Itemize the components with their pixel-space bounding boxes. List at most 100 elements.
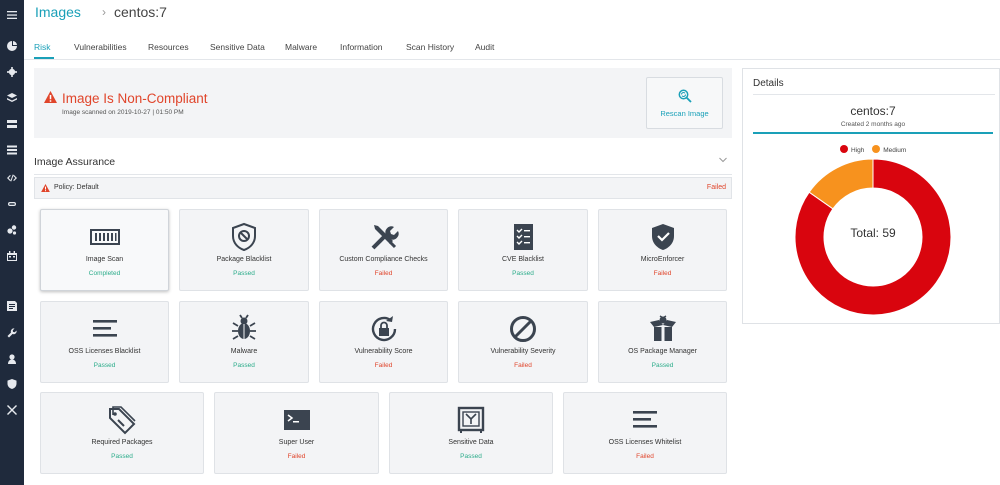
link-icon[interactable] bbox=[0, 196, 24, 212]
card-microenforcer[interactable]: MicroEnforcer Failed bbox=[598, 209, 727, 291]
card-label: Super User bbox=[278, 439, 315, 446]
dashboard-icon[interactable] bbox=[0, 38, 24, 54]
card-label: Image Scan bbox=[85, 256, 124, 263]
rescan-icon bbox=[678, 89, 692, 103]
details-title: Details bbox=[753, 78, 784, 89]
chevron-down-icon[interactable] bbox=[719, 157, 727, 163]
details-panel: Details centos:7 Created 2 months ago Hi… bbox=[742, 68, 1000, 324]
legend-dot-medium bbox=[872, 145, 881, 153]
card-custom-compliance-checks[interactable]: Custom Compliance Checks Failed bbox=[319, 209, 448, 291]
card-image-scan[interactable]: Image Scan Completed bbox=[40, 209, 169, 291]
card-label: OS Package Manager bbox=[628, 348, 697, 355]
lines-icon bbox=[630, 405, 660, 435]
card-label: Custom Compliance Checks bbox=[339, 256, 428, 263]
tab-bar: Risk Vulnerabilities Resources Sensitive… bbox=[24, 36, 1000, 60]
tab-vulnerabilities[interactable]: Vulnerabilities bbox=[74, 42, 127, 52]
card-sensitive-data[interactable]: Sensitive Data Passed bbox=[389, 392, 553, 474]
card-status: Passed bbox=[460, 453, 482, 460]
rescan-image-button[interactable]: Rescan Image bbox=[646, 77, 723, 129]
card-vulnerability-severity[interactable]: Vulnerability Severity Failed bbox=[458, 301, 588, 383]
legend-item-high[interactable]: High bbox=[840, 145, 865, 154]
card-status: Passed bbox=[233, 270, 255, 277]
nodes-icon[interactable] bbox=[0, 222, 24, 238]
legend-dot-high bbox=[840, 145, 848, 153]
donut-total: Total: 59 bbox=[850, 226, 896, 240]
section-divider bbox=[34, 174, 732, 175]
image-name: centos:7 bbox=[850, 104, 896, 118]
tab-resources[interactable]: Resources bbox=[148, 42, 189, 52]
card-os-package-manager[interactable]: OS Package Manager Passed bbox=[598, 301, 727, 383]
card-status: Failed bbox=[287, 453, 306, 460]
calendar-icon[interactable] bbox=[0, 248, 24, 264]
card-oss-licenses-blacklist[interactable]: OSS Licenses Blacklist Passed bbox=[40, 301, 169, 383]
breadcrumb-separator: › bbox=[102, 5, 106, 19]
card-label: Vulnerability Severity bbox=[490, 348, 556, 355]
sidebar bbox=[0, 0, 24, 485]
active-tab-indicator bbox=[34, 57, 54, 59]
card-status: Failed bbox=[514, 362, 532, 369]
checklist-icon bbox=[508, 222, 538, 252]
menu-icon[interactable] bbox=[0, 7, 24, 23]
tab-audit[interactable]: Audit bbox=[475, 42, 494, 52]
rescan-label: Rescan Image bbox=[660, 109, 709, 118]
legend-label-medium: Medium bbox=[883, 147, 907, 154]
image-assurance-title: Image Assurance bbox=[34, 156, 116, 168]
card-super-user[interactable]: Super User Failed bbox=[214, 392, 379, 474]
card-status: Passed bbox=[512, 270, 534, 277]
chart-legend: High Medium bbox=[840, 145, 912, 154]
image-created: Created 2 months ago bbox=[840, 121, 906, 128]
details-divider bbox=[753, 94, 995, 95]
header: Images › centos:7 bbox=[24, 0, 1000, 30]
settings-icon[interactable] bbox=[0, 64, 24, 80]
images-icon[interactable] bbox=[0, 116, 24, 132]
card-label: Malware bbox=[230, 348, 258, 355]
card-cve-blacklist[interactable]: CVE Blacklist Passed bbox=[458, 209, 588, 291]
tags-icon bbox=[107, 405, 137, 435]
card-label: Required Packages bbox=[91, 439, 153, 446]
compliance-status-title: Image Is Non-Compliant bbox=[62, 91, 208, 106]
note-icon[interactable] bbox=[0, 298, 24, 314]
compliance-panel: Image Is Non-Compliant Image scanned on … bbox=[34, 68, 732, 138]
card-status: Failed bbox=[374, 270, 393, 277]
card-required-packages[interactable]: Required Packages Passed bbox=[40, 392, 204, 474]
policy-status: Failed bbox=[706, 184, 726, 191]
card-status: Passed bbox=[111, 453, 133, 460]
user-icon[interactable] bbox=[0, 351, 24, 367]
code-icon[interactable] bbox=[0, 170, 24, 186]
card-label: MicroEnforcer bbox=[640, 256, 685, 263]
card-status: Completed bbox=[88, 270, 121, 277]
tab-risk[interactable]: Risk bbox=[34, 42, 51, 52]
card-status: Passed bbox=[93, 362, 116, 369]
scan-timestamp: Image scanned on 2019-10-27 | 01:50 PM bbox=[62, 109, 184, 116]
layers-icon[interactable] bbox=[0, 90, 24, 106]
shield-check-icon bbox=[648, 222, 678, 252]
blocked-shield-icon bbox=[229, 222, 259, 252]
breadcrumb-images-link[interactable]: Images bbox=[35, 4, 81, 20]
card-status: Passed bbox=[651, 362, 674, 369]
card-package-blacklist[interactable]: Package Blacklist Passed bbox=[179, 209, 309, 291]
tab-malware[interactable]: Malware bbox=[285, 42, 317, 52]
wrench-icon[interactable] bbox=[0, 325, 24, 341]
accent-bar bbox=[753, 132, 993, 134]
card-oss-licenses-whitelist[interactable]: OSS Licenses Whitelist Failed bbox=[563, 392, 727, 474]
lines-icon bbox=[90, 314, 120, 344]
card-label: Package Blacklist bbox=[216, 256, 272, 263]
tab-sensitive-data[interactable]: Sensitive Data bbox=[210, 42, 265, 52]
policy-label: Policy: Default bbox=[54, 184, 99, 191]
card-label: Sensitive Data bbox=[448, 439, 494, 446]
card-status: Failed bbox=[374, 362, 393, 369]
safe-icon bbox=[456, 405, 486, 435]
policy-warning-icon bbox=[41, 184, 50, 192]
tab-information[interactable]: Information bbox=[340, 42, 383, 52]
tab-scan-history[interactable]: Scan History bbox=[406, 42, 454, 52]
card-malware[interactable]: Malware Passed bbox=[179, 301, 309, 383]
card-label: CVE Blacklist bbox=[501, 256, 544, 263]
card-vulnerability-score[interactable]: Vulnerability Score Failed bbox=[319, 301, 448, 383]
barcode-icon bbox=[89, 222, 120, 252]
list-icon[interactable] bbox=[0, 142, 24, 158]
legend-item-medium[interactable]: Medium bbox=[872, 145, 907, 154]
tools-icon[interactable] bbox=[0, 402, 24, 418]
tools-icon bbox=[369, 222, 399, 252]
shield-icon[interactable] bbox=[0, 376, 24, 392]
legend-label-high: High bbox=[851, 147, 865, 154]
